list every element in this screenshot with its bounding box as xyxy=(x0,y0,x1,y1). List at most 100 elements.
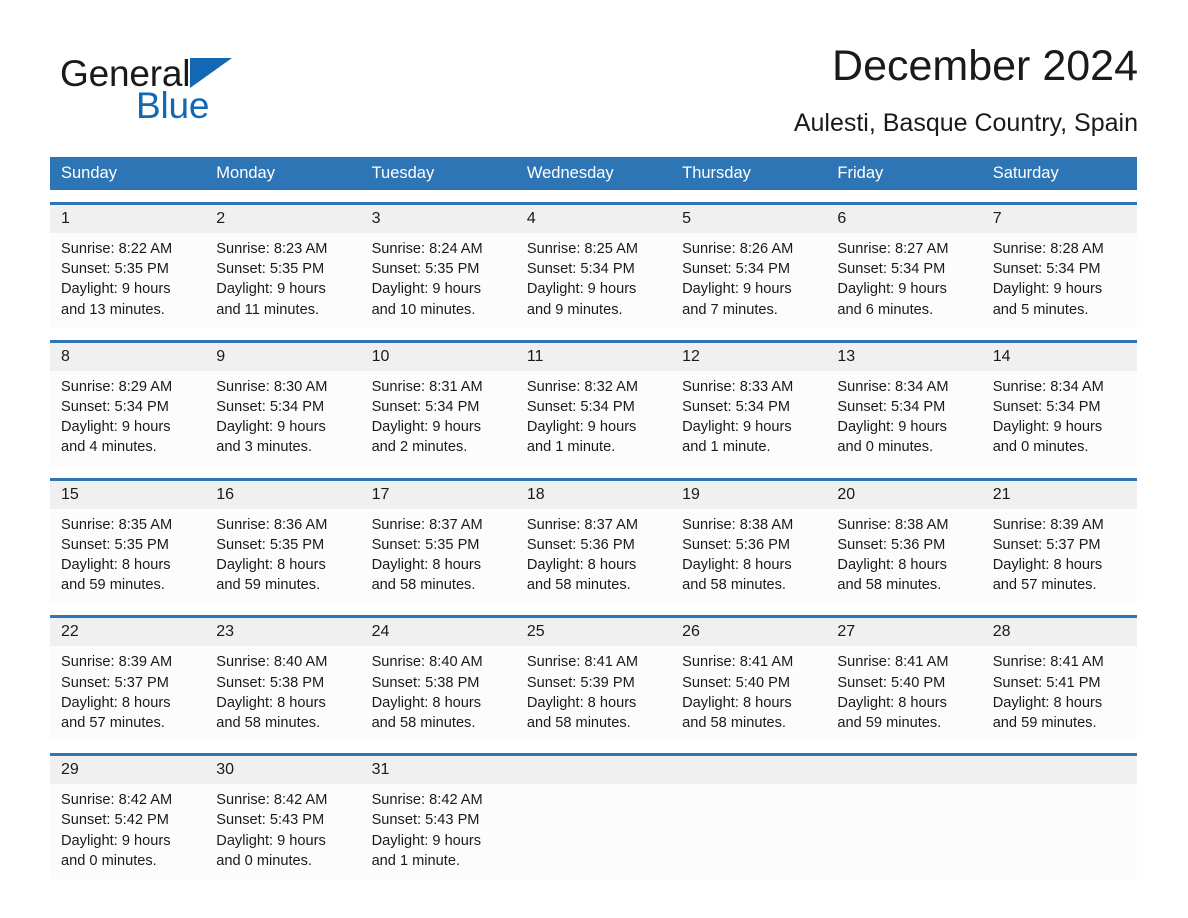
day-number[interactable]: 26 xyxy=(671,618,826,646)
sunrise-text: Sunrise: 8:42 AM xyxy=(61,792,173,809)
day-number[interactable]: 4 xyxy=(516,205,671,233)
day-number[interactable]: 24 xyxy=(361,618,516,646)
day-cell[interactable]: Sunrise: 8:38 AM Sunset: 5:36 PM Dayligh… xyxy=(671,509,826,604)
sunset-text: Sunset: 5:35 PM xyxy=(61,536,169,553)
day-number[interactable]: 29 xyxy=(50,756,205,784)
day-cell[interactable]: Sunrise: 8:36 AM Sunset: 5:35 PM Dayligh… xyxy=(205,509,360,604)
day-cell[interactable]: Sunrise: 8:42 AM Sunset: 5:43 PM Dayligh… xyxy=(205,784,360,879)
day-number[interactable]: 3 xyxy=(361,205,516,233)
sunset-text: Sunset: 5:36 PM xyxy=(682,536,791,553)
sunrise-text: Sunrise: 8:24 AM xyxy=(371,241,483,257)
sunset-text: Sunset: 5:39 PM xyxy=(526,674,635,691)
day-cell[interactable]: Sunrise: 8:34 AM Sunset: 5:34 PM Dayligh… xyxy=(826,371,981,466)
day-cell[interactable]: Sunrise: 8:28 AM Sunset: 5:34 PM Dayligh… xyxy=(982,233,1137,328)
daylight-text-line1: Daylight: 8 hours xyxy=(371,694,482,711)
daylight-text-line1: Daylight: 8 hours xyxy=(992,557,1103,574)
day-number[interactable]: 8 xyxy=(50,343,205,371)
daylight-text-line1: Daylight: 9 hours xyxy=(61,281,171,298)
daylight-text-line2: and 3 minutes. xyxy=(216,439,313,456)
day-cell[interactable]: Sunrise: 8:37 AM Sunset: 5:36 PM Dayligh… xyxy=(516,509,671,604)
week-row: 22 23 24 25 26 27 28 Sunrise: 8:39 AM Su… xyxy=(50,615,1137,742)
calendar-table: Sunday Monday Tuesday Wednesday Thursday… xyxy=(50,157,1137,880)
day-number[interactable]: 14 xyxy=(982,343,1137,371)
day-number[interactable]: 18 xyxy=(516,481,671,509)
day-cell[interactable]: Sunrise: 8:35 AM Sunset: 5:35 PM Dayligh… xyxy=(50,509,205,604)
daylight-text-line2: and 58 minutes. xyxy=(526,577,631,594)
logo-top-row: General xyxy=(60,52,380,96)
daylight-text-line1: Daylight: 9 hours xyxy=(526,281,637,298)
day-number[interactable]: 10 xyxy=(361,343,516,371)
day-cell[interactable]: Sunrise: 8:41 AM Sunset: 5:41 PM Dayligh… xyxy=(982,646,1137,741)
day-cell[interactable]: Sunrise: 8:29 AM Sunset: 5:34 PM Dayligh… xyxy=(50,371,205,466)
sunset-text: Sunset: 5:35 PM xyxy=(216,536,325,553)
day-number[interactable]: 28 xyxy=(982,618,1137,646)
day-cell[interactable]: Sunrise: 8:42 AM Sunset: 5:42 PM Dayligh… xyxy=(50,784,205,879)
daylight-text-line1: Daylight: 9 hours xyxy=(526,419,637,436)
daylight-text-line1: Daylight: 9 hours xyxy=(216,832,326,849)
day-cell[interactable]: Sunrise: 8:23 AM Sunset: 5:35 PM Dayligh… xyxy=(205,233,360,328)
sunset-text: Sunset: 5:35 PM xyxy=(216,261,325,278)
day-number[interactable]: 16 xyxy=(205,481,360,509)
daylight-text-line2: and 6 minutes. xyxy=(837,301,934,318)
sunset-text: Sunset: 5:40 PM xyxy=(682,674,791,691)
general-blue-logo[interactable]: General Blue xyxy=(60,52,380,142)
day-number[interactable]: 19 xyxy=(671,481,826,509)
daylight-text-line2: and 11 minutes. xyxy=(216,301,320,318)
day-cell[interactable]: Sunrise: 8:41 AM Sunset: 5:39 PM Dayligh… xyxy=(516,646,671,741)
day-number[interactable]: 7 xyxy=(982,205,1137,233)
calendar-page: General Blue December 2024 Aulesti, Basq… xyxy=(0,0,1188,918)
daylight-text-line1: Daylight: 9 hours xyxy=(61,832,171,849)
day-cell[interactable]: Sunrise: 8:24 AM Sunset: 5:35 PM Dayligh… xyxy=(361,233,516,328)
daylight-text-line1: Daylight: 8 hours xyxy=(682,557,792,574)
day-cell[interactable]: Sunrise: 8:38 AM Sunset: 5:36 PM Dayligh… xyxy=(826,509,981,604)
sunrise-text: Sunrise: 8:42 AM xyxy=(216,792,328,809)
daylight-text-line1: Daylight: 8 hours xyxy=(216,694,326,711)
day-cell[interactable]: Sunrise: 8:39 AM Sunset: 5:37 PM Dayligh… xyxy=(982,509,1137,604)
day-cell[interactable]: Sunrise: 8:25 AM Sunset: 5:34 PM Dayligh… xyxy=(516,233,671,328)
day-number[interactable]: 17 xyxy=(361,481,516,509)
day-number[interactable]: 6 xyxy=(826,205,981,233)
day-cell[interactable]: Sunrise: 8:33 AM Sunset: 5:34 PM Dayligh… xyxy=(671,371,826,466)
day-number[interactable]: 11 xyxy=(516,343,671,371)
day-number[interactable]: 13 xyxy=(826,343,981,371)
day-number[interactable]: 20 xyxy=(826,481,981,509)
day-number[interactable]: 23 xyxy=(205,618,360,646)
day-cell[interactable]: Sunrise: 8:42 AM Sunset: 5:43 PM Dayligh… xyxy=(361,784,516,879)
sunrise-text: Sunrise: 8:34 AM xyxy=(992,378,1104,395)
day-cell[interactable]: Sunrise: 8:22 AM Sunset: 5:35 PM Dayligh… xyxy=(50,233,205,328)
sunset-text: Sunset: 5:43 PM xyxy=(371,812,480,829)
day-number[interactable]: 12 xyxy=(671,343,826,371)
day-number[interactable]: 25 xyxy=(516,618,671,646)
sunset-text: Sunset: 5:35 PM xyxy=(371,536,480,553)
day-number[interactable]: 2 xyxy=(205,205,360,233)
day-cell[interactable]: Sunrise: 8:40 AM Sunset: 5:38 PM Dayligh… xyxy=(205,646,360,741)
day-cell[interactable]: Sunrise: 8:37 AM Sunset: 5:35 PM Dayligh… xyxy=(361,509,516,604)
day-cell[interactable]: Sunrise: 8:41 AM Sunset: 5:40 PM Dayligh… xyxy=(671,646,826,741)
day-number[interactable]: 9 xyxy=(205,343,360,371)
day-cell[interactable]: Sunrise: 8:39 AM Sunset: 5:37 PM Dayligh… xyxy=(50,646,205,741)
week-info-band: Sunrise: 8:39 AM Sunset: 5:37 PM Dayligh… xyxy=(50,646,1137,742)
daylight-text-line2: and 10 minutes. xyxy=(371,301,476,318)
sunrise-text: Sunrise: 8:22 AM xyxy=(61,241,173,257)
day-number[interactable]: 21 xyxy=(982,481,1137,509)
day-cell[interactable]: Sunrise: 8:27 AM Sunset: 5:34 PM Dayligh… xyxy=(826,233,981,328)
daylight-text-line2: and 57 minutes. xyxy=(61,715,165,732)
day-number[interactable]: 31 xyxy=(361,756,516,784)
day-cell[interactable]: Sunrise: 8:41 AM Sunset: 5:40 PM Dayligh… xyxy=(826,646,981,741)
week-row: 29 30 31 Sunrise: 8:42 AM Sunset: 5:42 P… xyxy=(50,753,1137,880)
day-cell[interactable]: Sunrise: 8:34 AM Sunset: 5:34 PM Dayligh… xyxy=(982,371,1137,466)
day-cell[interactable]: Sunrise: 8:32 AM Sunset: 5:34 PM Dayligh… xyxy=(516,371,671,466)
day-number[interactable]: 27 xyxy=(826,618,981,646)
sunset-text: Sunset: 5:34 PM xyxy=(371,399,480,416)
day-number[interactable]: 1 xyxy=(50,205,205,233)
day-number[interactable]: 30 xyxy=(205,756,360,784)
sunset-text: Sunset: 5:34 PM xyxy=(526,399,635,416)
day-number[interactable]: 15 xyxy=(50,481,205,509)
day-cell[interactable]: Sunrise: 8:31 AM Sunset: 5:34 PM Dayligh… xyxy=(361,371,516,466)
day-cell[interactable]: Sunrise: 8:30 AM Sunset: 5:34 PM Dayligh… xyxy=(205,371,360,466)
day-number[interactable]: 22 xyxy=(50,618,205,646)
day-cell[interactable]: Sunrise: 8:40 AM Sunset: 5:38 PM Dayligh… xyxy=(361,646,516,741)
daylight-text-line2: and 0 minutes. xyxy=(992,439,1089,456)
day-number[interactable]: 5 xyxy=(671,205,826,233)
day-cell[interactable]: Sunrise: 8:26 AM Sunset: 5:34 PM Dayligh… xyxy=(671,233,826,328)
